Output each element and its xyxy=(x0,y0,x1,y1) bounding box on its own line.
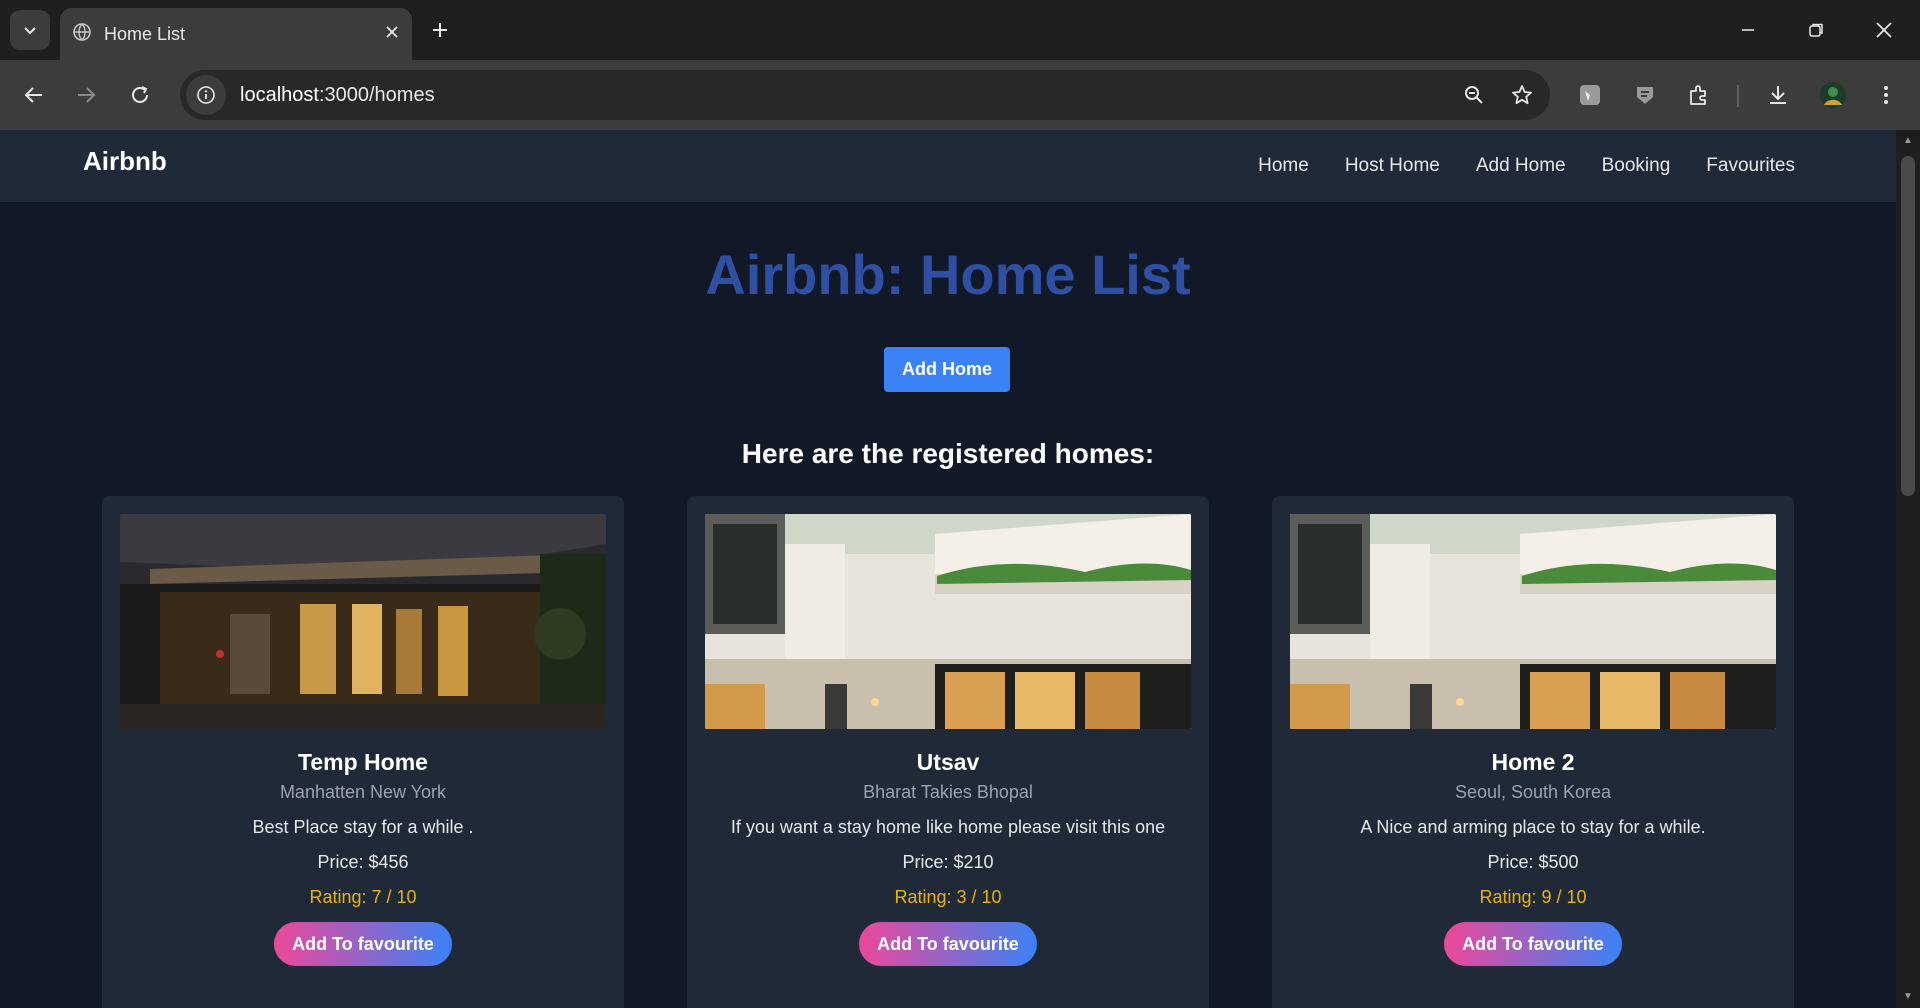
nav-links: Home Host Home Add Home Booking Favourit… xyxy=(1258,155,1795,177)
home-location: Bharat Takies Bhopal xyxy=(863,782,1033,802)
home-rating: Rating: 7 / 10 xyxy=(309,887,417,907)
site-navbar: Airbnb Home Host Home Add Home Booking F… xyxy=(0,130,1896,202)
home-location: Seoul, South Korea xyxy=(1454,782,1612,802)
url-host: localhost xyxy=(240,83,319,106)
page-title: Airbnb: Home List xyxy=(705,243,1191,306)
url-path: :3000/homes xyxy=(318,83,435,106)
home-name: Home 2 xyxy=(1491,749,1575,775)
url-text[interactable]: localhost:3000/homes xyxy=(240,84,1454,107)
home-card: Temp Home Manhatten New York Best Place … xyxy=(102,496,624,1008)
star-icon[interactable] xyxy=(1502,75,1542,115)
home-description: Best Place stay for a while . xyxy=(252,817,474,837)
zoom-icon[interactable] xyxy=(1454,75,1494,115)
home-card: Home 2 Seoul, South Korea A Nice and arm… xyxy=(1272,496,1794,1008)
nav-link-favourites[interactable]: Favourites xyxy=(1706,155,1795,177)
home-image xyxy=(120,514,606,729)
browser-toolbar: localhost:3000/homes xyxy=(0,60,1920,130)
home-description: If you want a stay home like home please… xyxy=(730,817,1166,837)
home-location: Manhatten New York xyxy=(279,782,447,802)
extension-icon[interactable] xyxy=(1625,75,1665,115)
nav-link-add-home[interactable]: Add Home xyxy=(1476,155,1566,177)
globe-icon xyxy=(72,22,92,47)
address-bar[interactable]: localhost:3000/homes xyxy=(180,70,1550,120)
close-icon[interactable] xyxy=(384,24,400,45)
extension-icon[interactable] xyxy=(1570,75,1610,115)
restore-icon[interactable] xyxy=(1796,10,1836,50)
add-to-favourite-button[interactable]: Add To favourite xyxy=(859,922,1037,966)
window-close-icon[interactable] xyxy=(1864,10,1904,50)
home-name: Utsav xyxy=(916,749,980,775)
page-scrollbar[interactable]: ▲ ▼ xyxy=(1896,130,1920,1008)
add-to-favourite-button[interactable]: Add To favourite xyxy=(1444,922,1622,966)
home-image xyxy=(705,514,1191,729)
add-to-favourite-button[interactable]: Add To favourite xyxy=(274,922,452,966)
nav-link-host-home[interactable]: Host Home xyxy=(1345,155,1440,177)
brand-logo[interactable]: Airbnb xyxy=(83,146,167,177)
home-price: Price: $210 xyxy=(902,852,994,872)
home-cards: Temp Home Manhatten New York Best Place … xyxy=(102,496,1794,1008)
home-image xyxy=(1290,514,1776,729)
page-viewport: Airbnb Home Host Home Add Home Booking F… xyxy=(0,130,1896,1008)
home-name: Temp Home xyxy=(298,749,428,775)
reload-icon[interactable] xyxy=(120,75,160,115)
home-rating: Rating: 9 / 10 xyxy=(1479,887,1587,907)
back-icon[interactable] xyxy=(14,75,54,115)
tab-title: Home List xyxy=(104,23,186,44)
plus-icon[interactable] xyxy=(424,14,456,46)
scrollbar-thumb[interactable] xyxy=(1901,156,1915,496)
forward-icon[interactable] xyxy=(66,75,106,115)
home-price: Price: $500 xyxy=(1487,852,1579,872)
download-icon[interactable] xyxy=(1758,75,1798,115)
home-price: Price: $456 xyxy=(317,852,409,872)
extension-icon[interactable] xyxy=(1679,75,1719,115)
nav-link-booking[interactable]: Booking xyxy=(1602,155,1671,177)
browser-tab[interactable]: Home List xyxy=(60,8,412,60)
scroll-down-icon[interactable]: ▼ xyxy=(1902,992,1914,1002)
section-heading: Here are the registered homes: xyxy=(741,438,1155,469)
home-description: A Nice and arming place to stay for a wh… xyxy=(1360,817,1706,837)
minimize-icon[interactable] xyxy=(1728,10,1768,50)
profile-icon[interactable] xyxy=(1813,75,1853,115)
browser-tabstrip: Home List xyxy=(0,0,1920,60)
nav-link-home[interactable]: Home xyxy=(1258,155,1309,177)
scroll-up-icon[interactable]: ▲ xyxy=(1902,136,1914,146)
home-rating: Rating: 3 / 10 xyxy=(894,887,1002,907)
home-card: Utsav Bharat Takies Bhopal If you want a… xyxy=(687,496,1209,1008)
site-info-icon[interactable] xyxy=(186,75,226,115)
add-home-button[interactable]: Add Home xyxy=(884,347,1010,392)
menu-icon[interactable] xyxy=(1866,75,1906,115)
toolbar-divider xyxy=(1737,85,1739,107)
tab-search-icon[interactable] xyxy=(10,10,50,50)
